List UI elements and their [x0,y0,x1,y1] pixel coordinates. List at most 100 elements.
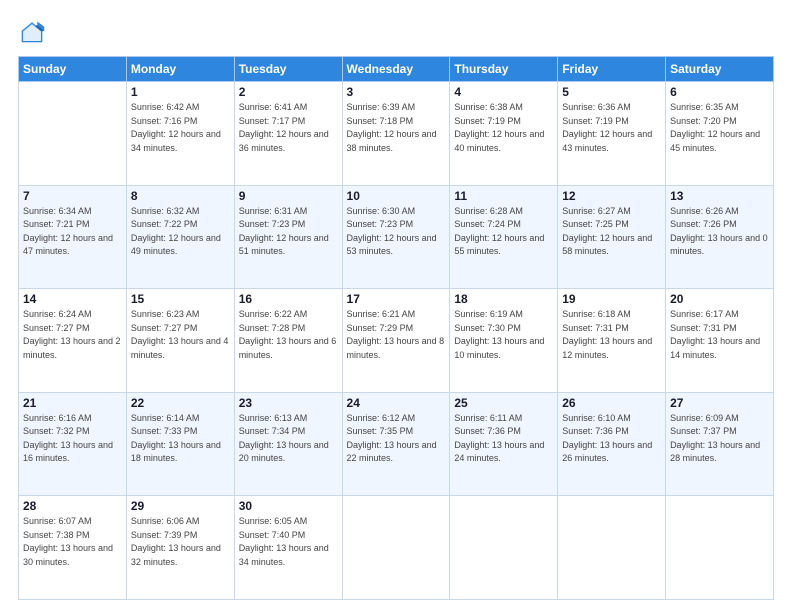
day-number: 1 [131,85,230,99]
day-cell: 14 Sunrise: 6:24 AMSunset: 7:27 PMDayligh… [19,289,127,393]
day-cell: 12 Sunrise: 6:27 AMSunset: 7:25 PMDayligh… [558,185,666,289]
day-cell: 8 Sunrise: 6:32 AMSunset: 7:22 PMDaylight… [126,185,234,289]
day-number: 16 [239,292,338,306]
day-cell: 29Sunrise: 6:06 AMSunset: 7:39 PMDayligh… [126,496,234,600]
day-cell: 10 Sunrise: 6:30 AMSunset: 7:23 PMDayligh… [342,185,450,289]
day-number: 3 [347,85,446,99]
weekday-header-row: SundayMondayTuesdayWednesdayThursdayFrid… [19,57,774,82]
day-number: 24 [347,396,446,410]
day-info: Sunrise: 6:14 AMSunset: 7:33 PMDaylight:… [131,412,230,466]
day-cell: 4 Sunrise: 6:38 AMSunset: 7:19 PMDaylight… [450,82,558,186]
day-number: 18 [454,292,553,306]
day-info: Sunrise: 6:32 AMSunset: 7:22 PMDaylight:… [131,205,230,259]
day-info: Sunrise: 6:35 AMSunset: 7:20 PMDaylight:… [670,101,769,155]
weekday-header-saturday: Saturday [666,57,774,82]
day-cell: 1 Sunrise: 6:42 AMSunset: 7:16 PMDaylight… [126,82,234,186]
day-cell: 5 Sunrise: 6:36 AMSunset: 7:19 PMDaylight… [558,82,666,186]
day-number: 27 [670,396,769,410]
day-number: 21 [23,396,122,410]
weekday-header-thursday: Thursday [450,57,558,82]
week-row-4: 21 Sunrise: 6:16 AMSunset: 7:32 PMDayligh… [19,392,774,496]
day-info: Sunrise: 6:24 AMSunset: 7:27 PMDaylight:… [23,308,122,362]
day-cell [450,496,558,600]
day-info: Sunrise: 6:36 AMSunset: 7:19 PMDaylight:… [562,101,661,155]
day-number: 5 [562,85,661,99]
day-number: 14 [23,292,122,306]
day-info: Sunrise: 6:34 AMSunset: 7:21 PMDaylight:… [23,205,122,259]
day-number: 17 [347,292,446,306]
day-number: 7 [23,189,122,203]
day-number: 22 [131,396,230,410]
week-row-1: 1 Sunrise: 6:42 AMSunset: 7:16 PMDaylight… [19,82,774,186]
day-cell: 23Sunrise: 6:13 AMSunset: 7:34 PMDayligh… [234,392,342,496]
header [18,18,774,46]
day-cell [558,496,666,600]
day-cell: 21 Sunrise: 6:16 AMSunset: 7:32 PMDayligh… [19,392,127,496]
day-info: Sunrise: 6:31 AMSunset: 7:23 PMDaylight:… [239,205,338,259]
day-info: Sunrise: 6:41 AMSunset: 7:17 PMDaylight:… [239,101,338,155]
weekday-header-sunday: Sunday [19,57,127,82]
day-info: Sunrise: 6:19 AMSunset: 7:30 PMDaylight:… [454,308,553,362]
day-cell: 27 Sunrise: 6:09 AMSunset: 7:37 PMDayligh… [666,392,774,496]
week-row-2: 7 Sunrise: 6:34 AMSunset: 7:21 PMDaylight… [19,185,774,289]
day-cell: 13Sunrise: 6:26 AMSunset: 7:26 PMDayligh… [666,185,774,289]
day-cell: 17 Sunrise: 6:21 AMSunset: 7:29 PMDayligh… [342,289,450,393]
day-cell: 26 Sunrise: 6:10 AMSunset: 7:36 PMDayligh… [558,392,666,496]
day-number: 4 [454,85,553,99]
week-row-3: 14 Sunrise: 6:24 AMSunset: 7:27 PMDayligh… [19,289,774,393]
day-info: Sunrise: 6:13 AMSunset: 7:34 PMDaylight:… [239,412,338,466]
day-cell: 30 Sunrise: 6:05 AMSunset: 7:40 PMDayligh… [234,496,342,600]
day-info: Sunrise: 6:38 AMSunset: 7:19 PMDaylight:… [454,101,553,155]
day-cell [666,496,774,600]
day-info: Sunrise: 6:30 AMSunset: 7:23 PMDaylight:… [347,205,446,259]
day-cell [342,496,450,600]
weekday-header-wednesday: Wednesday [342,57,450,82]
day-number: 26 [562,396,661,410]
day-number: 9 [239,189,338,203]
day-info: Sunrise: 6:09 AMSunset: 7:37 PMDaylight:… [670,412,769,466]
day-cell: 24 Sunrise: 6:12 AMSunset: 7:35 PMDayligh… [342,392,450,496]
day-info: Sunrise: 6:17 AMSunset: 7:31 PMDaylight:… [670,308,769,362]
day-info: Sunrise: 6:05 AMSunset: 7:40 PMDaylight:… [239,515,338,569]
weekday-header-monday: Monday [126,57,234,82]
day-cell: 3 Sunrise: 6:39 AMSunset: 7:18 PMDaylight… [342,82,450,186]
day-cell: 11 Sunrise: 6:28 AMSunset: 7:24 PMDayligh… [450,185,558,289]
day-info: Sunrise: 6:21 AMSunset: 7:29 PMDaylight:… [347,308,446,362]
day-info: Sunrise: 6:10 AMSunset: 7:36 PMDaylight:… [562,412,661,466]
day-cell: 28 Sunrise: 6:07 AMSunset: 7:38 PMDayligh… [19,496,127,600]
week-row-5: 28 Sunrise: 6:07 AMSunset: 7:38 PMDayligh… [19,496,774,600]
day-number: 30 [239,499,338,513]
calendar-table: SundayMondayTuesdayWednesdayThursdayFrid… [18,56,774,600]
day-cell: 9 Sunrise: 6:31 AMSunset: 7:23 PMDaylight… [234,185,342,289]
day-info: Sunrise: 6:06 AMSunset: 7:39 PMDaylight:… [131,515,230,569]
day-info: Sunrise: 6:23 AMSunset: 7:27 PMDaylight:… [131,308,230,362]
logo [18,18,50,46]
logo-icon [18,18,46,46]
page: SundayMondayTuesdayWednesdayThursdayFrid… [0,0,792,612]
day-cell: 2 Sunrise: 6:41 AMSunset: 7:17 PMDaylight… [234,82,342,186]
day-number: 2 [239,85,338,99]
weekday-header-friday: Friday [558,57,666,82]
day-cell [19,82,127,186]
day-number: 28 [23,499,122,513]
day-info: Sunrise: 6:07 AMSunset: 7:38 PMDaylight:… [23,515,122,569]
day-info: Sunrise: 6:16 AMSunset: 7:32 PMDaylight:… [23,412,122,466]
day-number: 11 [454,189,553,203]
day-info: Sunrise: 6:11 AMSunset: 7:36 PMDaylight:… [454,412,553,466]
day-info: Sunrise: 6:42 AMSunset: 7:16 PMDaylight:… [131,101,230,155]
day-cell: 22 Sunrise: 6:14 AMSunset: 7:33 PMDayligh… [126,392,234,496]
day-cell: 7 Sunrise: 6:34 AMSunset: 7:21 PMDaylight… [19,185,127,289]
day-cell: 25Sunrise: 6:11 AMSunset: 7:36 PMDayligh… [450,392,558,496]
day-number: 12 [562,189,661,203]
day-info: Sunrise: 6:12 AMSunset: 7:35 PMDaylight:… [347,412,446,466]
day-number: 13 [670,189,769,203]
day-number: 19 [562,292,661,306]
day-number: 6 [670,85,769,99]
day-number: 10 [347,189,446,203]
day-number: 8 [131,189,230,203]
day-number: 15 [131,292,230,306]
day-info: Sunrise: 6:28 AMSunset: 7:24 PMDaylight:… [454,205,553,259]
day-info: Sunrise: 6:39 AMSunset: 7:18 PMDaylight:… [347,101,446,155]
day-cell: 15 Sunrise: 6:23 AMSunset: 7:27 PMDayligh… [126,289,234,393]
day-info: Sunrise: 6:27 AMSunset: 7:25 PMDaylight:… [562,205,661,259]
